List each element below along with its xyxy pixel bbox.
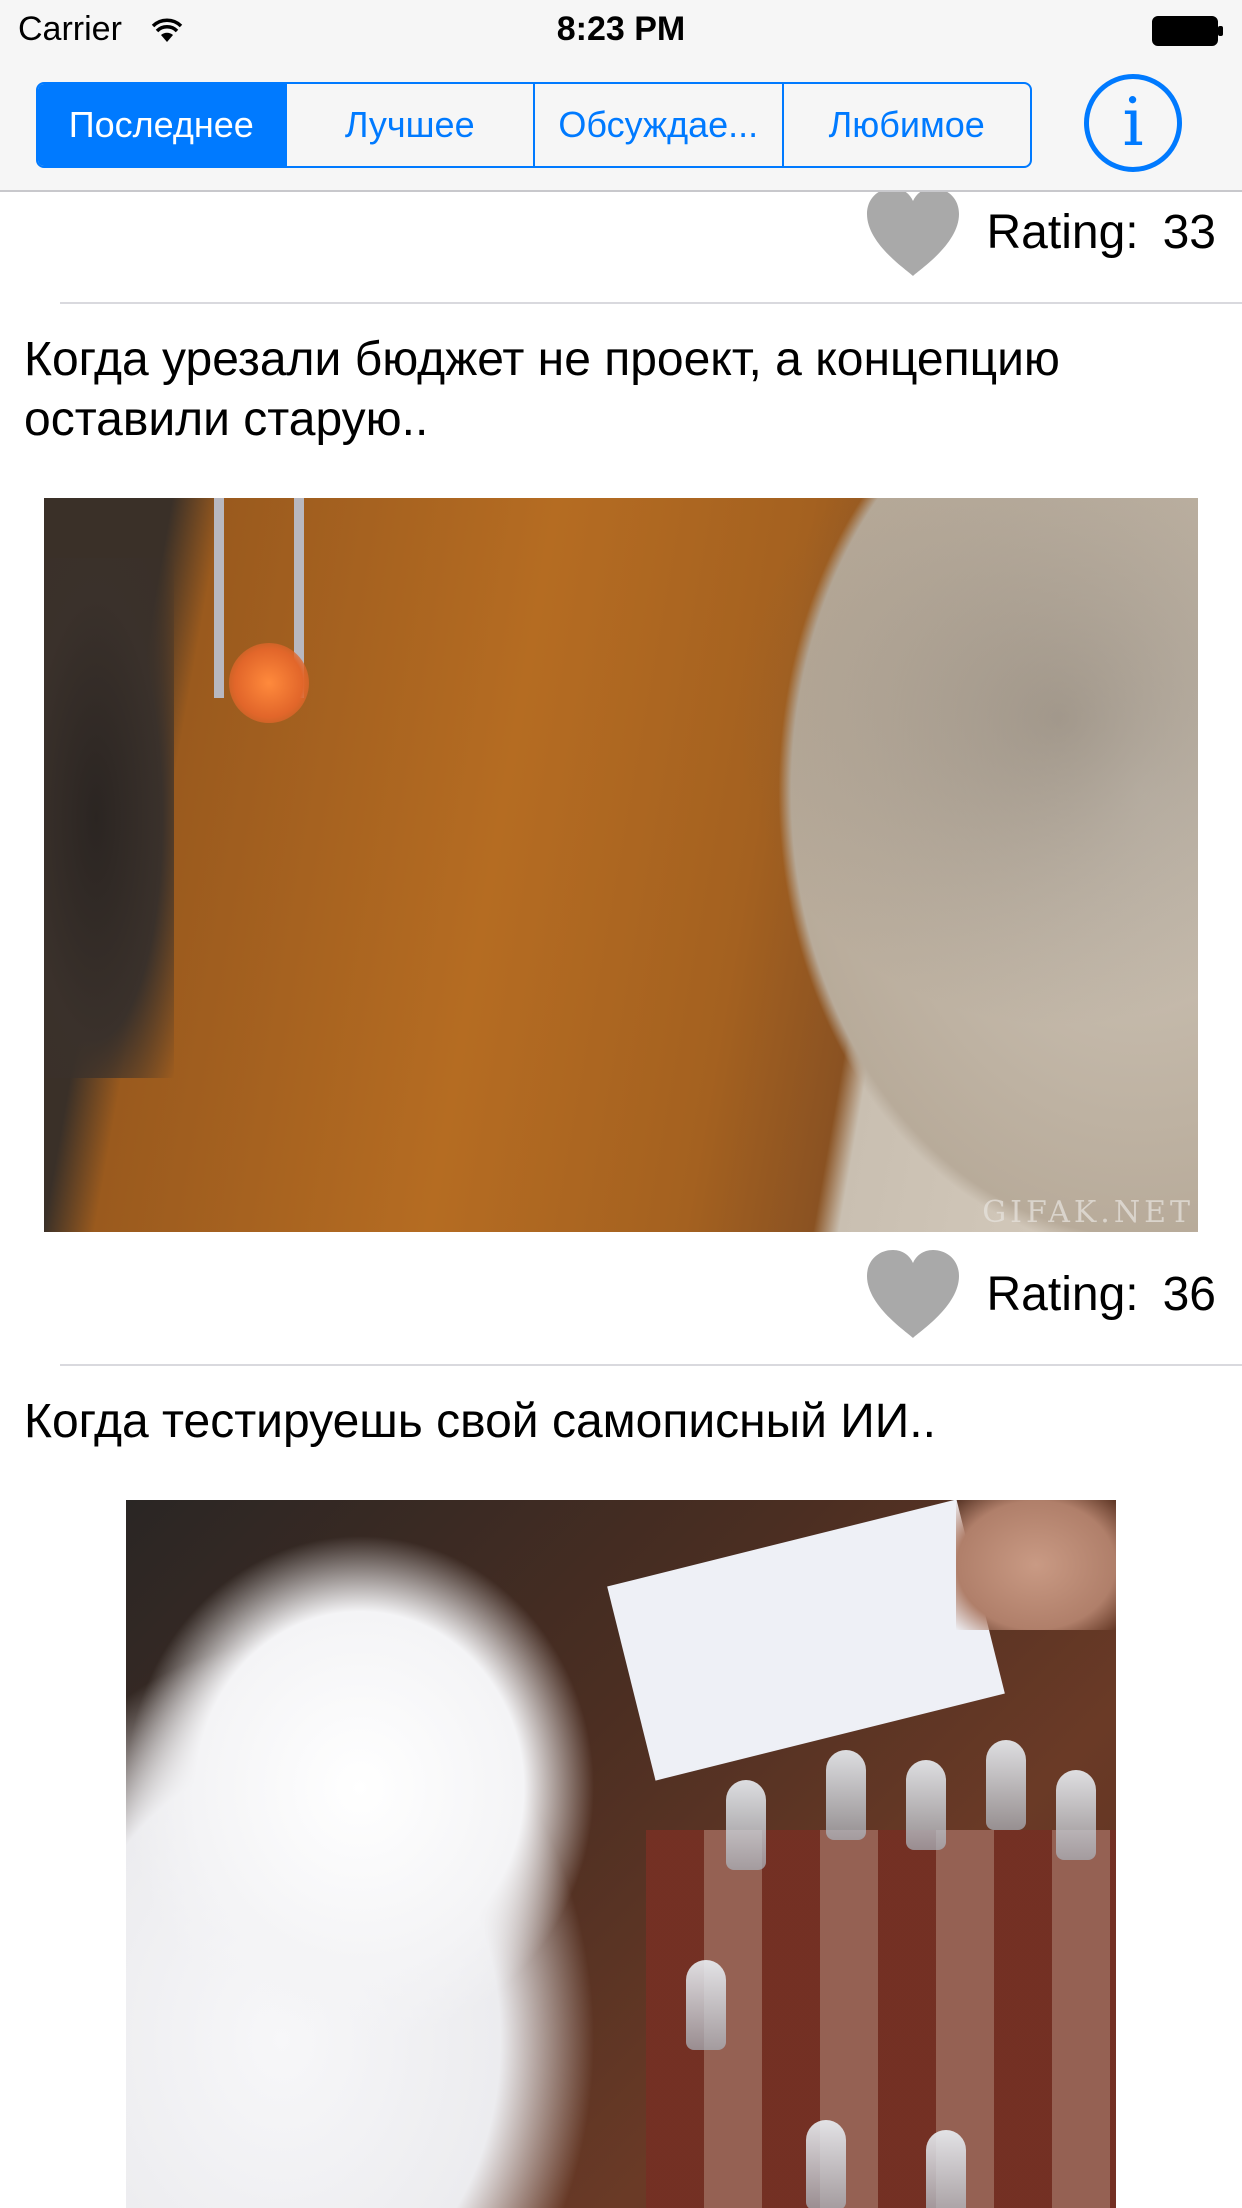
rating-row: Rating: 33 bbox=[863, 192, 1216, 282]
rating-row: Rating: 36 bbox=[863, 1244, 1216, 1344]
image-region bbox=[826, 1750, 866, 1840]
cell-separator bbox=[60, 1364, 1242, 1366]
image-watermark: GIFAK.NET bbox=[982, 1195, 1194, 1230]
segment-latest[interactable]: Последнее bbox=[38, 84, 285, 166]
rating-label: Rating: bbox=[986, 1267, 1139, 1321]
heart-icon[interactable] bbox=[863, 1248, 963, 1340]
status-time: 8:23 PM bbox=[556, 10, 686, 48]
navigation-header: Carrier 8:23 PM Последнее Лучшее Обсужда… bbox=[0, 0, 1242, 192]
image-region bbox=[126, 1500, 646, 2208]
image-region bbox=[956, 1500, 1116, 1630]
cell-separator bbox=[60, 302, 1242, 304]
battery-icon bbox=[1152, 16, 1223, 46]
info-icon: i bbox=[1122, 84, 1144, 161]
image-region bbox=[1056, 1770, 1096, 1860]
category-segmented-control: Последнее Лучшее Обсуждае... Любимое bbox=[36, 82, 1032, 168]
image-region bbox=[607, 1500, 1005, 1781]
image-region bbox=[986, 1740, 1026, 1830]
post-title: Когда урезали бюджет не проект, а концеп… bbox=[24, 333, 1060, 446]
segment-best[interactable]: Лучшее bbox=[284, 84, 534, 166]
info-button[interactable]: i bbox=[1084, 74, 1182, 172]
image-region bbox=[686, 1960, 726, 2050]
status-bar: Carrier 8:23 PM bbox=[0, 0, 1242, 60]
image-region bbox=[726, 1780, 766, 1870]
segment-favorites[interactable]: Любимое bbox=[781, 84, 1031, 166]
image-region bbox=[229, 643, 309, 723]
rating-value: 33 bbox=[1162, 205, 1216, 259]
image-region bbox=[906, 1760, 946, 1850]
feed-list[interactable]: Rating: 33 Когда урезали бюджет не проек… bbox=[0, 192, 1242, 2208]
rating-value: 36 bbox=[1162, 1267, 1216, 1321]
post-image[interactable]: GIFAK.NET bbox=[44, 498, 1198, 1232]
image-region bbox=[806, 2120, 846, 2208]
heart-icon[interactable] bbox=[863, 192, 963, 278]
segment-discussed[interactable]: Обсуждае... bbox=[533, 84, 782, 166]
post-image[interactable] bbox=[126, 1500, 1116, 2208]
post-title: Когда тестируешь свой самописный ИИ.. bbox=[24, 1395, 936, 1448]
image-region bbox=[214, 498, 224, 698]
image-region bbox=[926, 2130, 966, 2208]
image-region bbox=[44, 558, 174, 1078]
rating-label: Rating: bbox=[986, 205, 1139, 259]
